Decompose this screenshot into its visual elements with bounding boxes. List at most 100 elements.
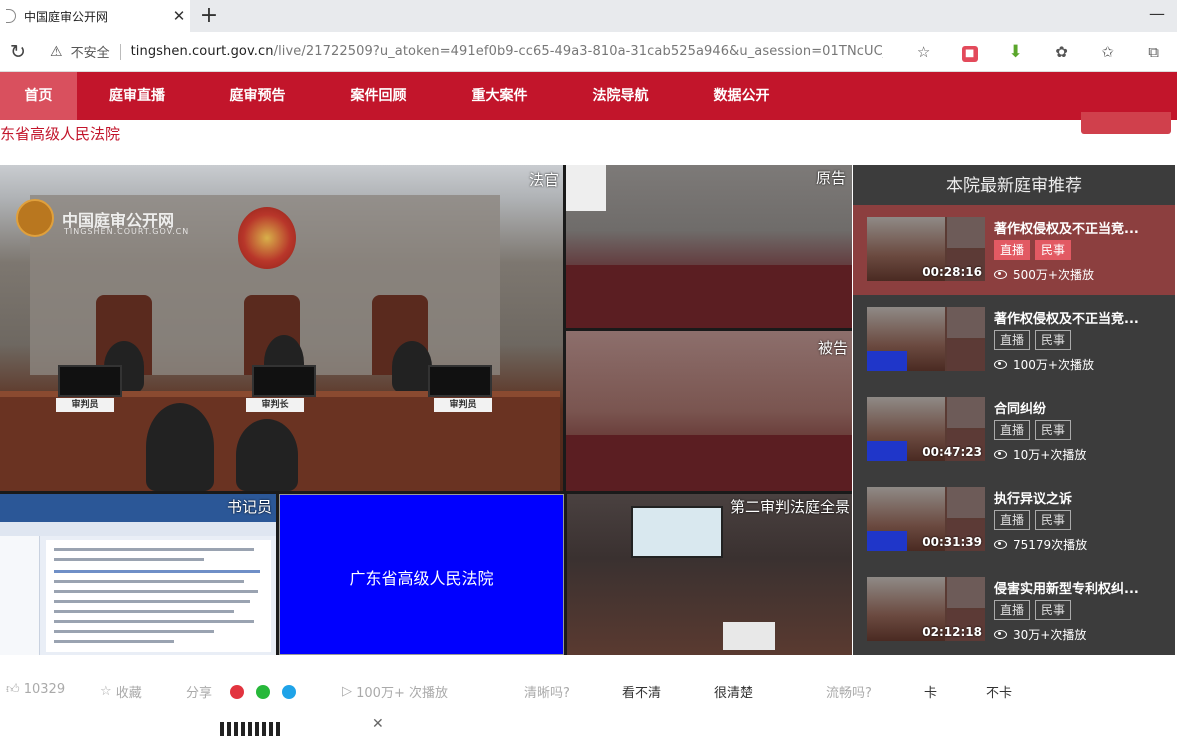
clarity-poor-button[interactable]: 看不清	[622, 682, 661, 701]
recommendation-title[interactable]: 执行异议之诉	[994, 488, 1166, 507]
name-plate: 审判长	[246, 398, 304, 412]
thumb-pane	[947, 487, 985, 518]
national-emblem-icon	[238, 207, 296, 269]
warning-icon[interactable]: ⚠	[50, 44, 63, 60]
wide-figure	[567, 494, 597, 530]
video-duration: 00:31:39	[922, 535, 982, 549]
weibo-share-icon[interactable]	[230, 684, 245, 699]
recommendation-title[interactable]: 著作权侵权及不正当竞...	[994, 218, 1166, 237]
view-count-text: 500万+次播放	[1013, 268, 1094, 282]
favorites-icon[interactable]: ✩	[1085, 43, 1131, 61]
nav-live[interactable]: 庭审直播	[77, 72, 197, 120]
download-extension-icon[interactable]: ⬇	[993, 42, 1039, 62]
bench-monitor	[428, 365, 492, 397]
star-icon: ☆	[100, 684, 112, 699]
view-count-text: 10万+次播放	[1013, 448, 1087, 462]
wechat-share-icon[interactable]	[256, 684, 271, 699]
tag-civil: 民事	[1035, 600, 1072, 620]
url-path: /live/21722509?u_atoken=491ef0b9-cc65-49…	[273, 44, 883, 59]
tag-live: 直播	[994, 510, 1031, 530]
tag-civil: 民事	[1035, 330, 1072, 350]
clerk-figure	[146, 403, 214, 491]
recommendation-thumbnail[interactable]: 00:28:16	[867, 217, 985, 281]
plaintiff-figure	[566, 165, 606, 211]
recommendation-tags: 直播 民事	[994, 330, 1076, 350]
tag-live: 直播	[994, 240, 1031, 260]
recommendation-item[interactable]: 著作权侵权及不正当竞... 直播 民事 100万+次播放	[853, 295, 1175, 385]
recommendation-title[interactable]: 合同纠纷	[994, 398, 1166, 417]
recommendation-item[interactable]: 00:31:39 执行异议之诉 直播 民事 75179次播放	[853, 475, 1175, 565]
doc-line	[54, 548, 254, 551]
judge-figure	[392, 341, 432, 393]
url-field[interactable]: tingshen.court.gov.cn/live/21722509?u_at…	[131, 44, 883, 59]
follow-button[interactable]	[1081, 112, 1171, 134]
extension-red-icon[interactable]: ■	[947, 42, 993, 62]
new-tab-button[interactable]: +	[198, 3, 220, 28]
nav-court-guide[interactable]: 法院导航	[560, 72, 681, 120]
nav-data-public[interactable]: 数据公开	[681, 72, 802, 120]
thumb-pane	[947, 577, 985, 608]
view-count: 500万+次播放	[994, 266, 1094, 283]
window-minimize-button[interactable]: —	[1149, 4, 1165, 23]
recommendation-thumbnail[interactable]	[867, 307, 985, 371]
toolbar-icons: ☆ ■ ⬇ ✿ ✩ ⧉	[901, 42, 1177, 62]
qr-close-icon[interactable]: ✕	[372, 716, 384, 732]
recommendation-heading: 本院最新庭审推荐	[946, 176, 1082, 196]
wide-camera-pane: 第二审判法庭全景	[567, 494, 852, 655]
video-player[interactable]: 审判员 审判长 审判员 中国庭审公开网 TINGSHEN.COURT.GOV.C…	[0, 165, 852, 655]
pane-label-defendant: 被告	[817, 339, 848, 357]
add-favorite-icon[interactable]: ☆	[901, 43, 947, 61]
recommendation-thumbnail[interactable]: 00:47:23	[867, 397, 985, 461]
nav-review[interactable]: 案件回顾	[318, 72, 439, 120]
recommendation-title[interactable]: 侵害实用新型专利权纠...	[994, 578, 1166, 597]
bench-monitor	[58, 365, 122, 397]
recommendation-thumbnail[interactable]: 00:31:39	[867, 487, 985, 551]
play-circle-icon: ▷	[342, 684, 352, 699]
smooth-button[interactable]: 不卡	[986, 682, 1012, 701]
defendant-camera-pane: 被告	[566, 331, 852, 491]
view-count: 10万+次播放	[994, 446, 1086, 463]
courtroom-screen	[631, 506, 723, 558]
tab-title: 中国庭审公开网	[24, 9, 109, 24]
favorite-button[interactable]: ☆ 收藏	[100, 682, 142, 701]
doc-line	[54, 610, 234, 613]
stutter-button[interactable]: 卡	[924, 682, 937, 701]
insecure-label[interactable]: 不安全	[71, 42, 110, 61]
extensions-puzzle-icon[interactable]: ✿	[1039, 43, 1085, 61]
pane-label-wide: 第二审判法庭全景	[729, 498, 850, 516]
thumb-pane	[947, 340, 985, 371]
eye-icon	[994, 360, 1007, 369]
thumb-pane	[867, 351, 907, 371]
clerk-screen-pane: 书记员	[0, 494, 276, 655]
collections-icon[interactable]: ⧉	[1131, 43, 1177, 61]
recommendation-thumbnail[interactable]: 02:12:18	[867, 577, 985, 641]
browser-tab[interactable]: 中国庭审公开网 ✕	[0, 0, 190, 32]
smoothness-question: 流畅吗?	[826, 686, 872, 701]
name-plate: 审判员	[56, 398, 114, 412]
thumb-pane	[867, 441, 907, 461]
qq-share-icon[interactable]	[282, 684, 297, 699]
view-count-text: 30万+次播放	[1013, 628, 1087, 642]
qr-code	[220, 722, 282, 736]
clarity-good-button[interactable]: 很清楚	[714, 682, 753, 701]
tab-close-icon[interactable]: ✕	[168, 7, 190, 25]
reload-icon[interactable]: ↻	[0, 41, 36, 63]
tag-live: 直播	[994, 600, 1031, 620]
recommendation-title[interactable]: 著作权侵权及不正当竞...	[994, 308, 1166, 327]
doc-line	[54, 630, 214, 633]
nav-preview[interactable]: 庭审预告	[197, 72, 318, 120]
nav-home[interactable]: 首页	[0, 72, 77, 120]
eye-icon	[994, 630, 1007, 639]
eye-icon	[994, 270, 1007, 279]
clerk-figure	[236, 419, 298, 491]
browser-tab-bar: 中国庭审公开网 ✕ + —	[0, 0, 1177, 32]
doc-line	[54, 640, 174, 643]
recommendation-tags: 直播 民事	[994, 240, 1076, 260]
court-title: 东省高级人民法院	[0, 125, 121, 143]
recommendation-item[interactable]: 00:47:23 合同纠纷 直播 民事 10万+次播放	[853, 385, 1175, 475]
recommendation-item[interactable]: 00:28:16 著作权侵权及不正当竞... 直播 民事 500万+次播放	[853, 205, 1175, 295]
nav-major-cases[interactable]: 重大案件	[439, 72, 560, 120]
recommendation-item[interactable]: 02:12:18 侵害实用新型专利权纠... 直播 民事 30万+次播放	[853, 565, 1175, 655]
like-button[interactable]: 👍︎ 10329	[6, 682, 65, 697]
word-document	[46, 540, 271, 652]
